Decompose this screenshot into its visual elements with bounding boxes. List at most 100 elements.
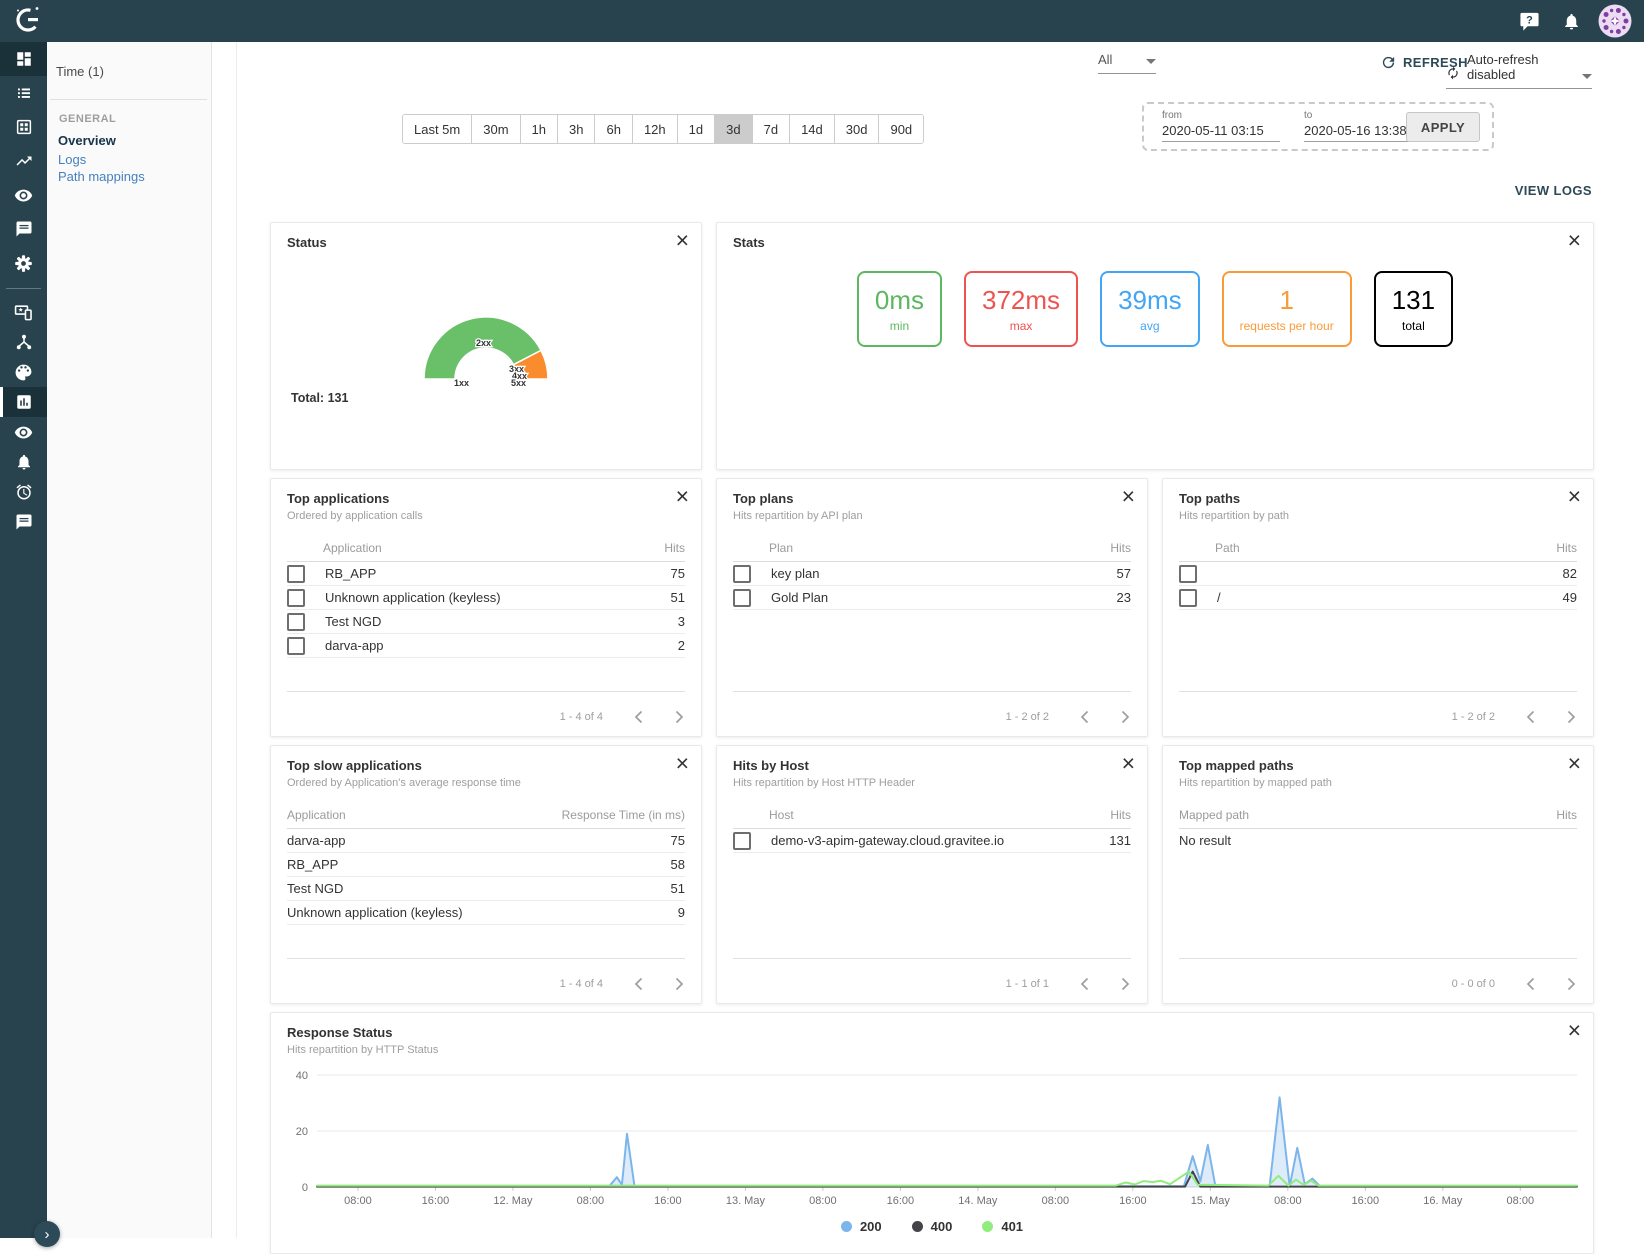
time-range-14d[interactable]: 14d bbox=[790, 115, 835, 143]
time-range-6h[interactable]: 6h bbox=[595, 115, 632, 143]
legend-item-400[interactable]: 400 bbox=[912, 1219, 953, 1234]
top-plans-card: Top plans Hits repartition by API plan ×… bbox=[716, 478, 1148, 737]
sidebar-item-theme-palette-icon[interactable] bbox=[0, 357, 47, 387]
close-icon[interactable]: × bbox=[676, 227, 689, 255]
pagination-prev-button[interactable] bbox=[1525, 977, 1536, 991]
close-icon[interactable]: × bbox=[1568, 1017, 1581, 1045]
row-checkbox[interactable] bbox=[287, 637, 305, 655]
top-paths-table: PathHits82/49 bbox=[1179, 535, 1577, 610]
time-section-label: Time (1) bbox=[56, 64, 104, 79]
card-title: Stats bbox=[733, 235, 765, 250]
sidebar-item-analytics-barchart-icon[interactable] bbox=[0, 387, 47, 417]
apply-button[interactable]: APPLY bbox=[1406, 112, 1480, 142]
sidebar-expand-toggle[interactable]: › bbox=[34, 1221, 60, 1247]
status-total-label: Total: 131 bbox=[291, 391, 348, 405]
column-header: Hits bbox=[1110, 808, 1131, 822]
legend-item-200[interactable]: 200 bbox=[841, 1219, 882, 1234]
sidebar-divider bbox=[50, 99, 207, 100]
card-subtitle: Hits repartition by mapped path bbox=[1179, 777, 1332, 789]
row-checkbox[interactable] bbox=[287, 589, 305, 607]
pagination-next-button[interactable] bbox=[1566, 977, 1577, 991]
row-checkbox[interactable] bbox=[1179, 589, 1197, 607]
time-range-12h[interactable]: 12h bbox=[633, 115, 678, 143]
pagination: 1 - 4 of 4 bbox=[560, 977, 685, 991]
pagination-prev-button[interactable] bbox=[1525, 710, 1536, 724]
status-gauge-chart: 1xx2xx3xx4xx5xx bbox=[366, 279, 606, 391]
column-header: Host bbox=[769, 808, 1110, 822]
sidebar-item-api-design-sitemap-icon[interactable] bbox=[0, 327, 47, 357]
x-axis-tick: 16:00 bbox=[887, 1195, 915, 1207]
stat-label: min bbox=[890, 319, 909, 333]
pagination-next-button[interactable] bbox=[1120, 977, 1131, 991]
pagination-next-button[interactable] bbox=[1120, 710, 1131, 724]
time-range-last-5m[interactable]: Last 5m bbox=[403, 115, 472, 143]
table-row: Unknown application (keyless)9 bbox=[287, 901, 685, 925]
pagination: 1 - 4 of 4 bbox=[560, 710, 685, 724]
time-range-30m[interactable]: 30m bbox=[472, 115, 520, 143]
pagination-prev-button[interactable] bbox=[1079, 710, 1090, 724]
sidebar-item-dashboard-icon[interactable] bbox=[0, 42, 47, 76]
row-checkbox[interactable] bbox=[287, 565, 305, 583]
row-value: 3 bbox=[678, 614, 685, 629]
pagination-next-button[interactable] bbox=[674, 710, 685, 724]
close-icon[interactable]: × bbox=[676, 483, 689, 511]
view-logs-link[interactable]: VIEW LOGS bbox=[1515, 183, 1592, 198]
to-date-input[interactable]: 2020-05-16 13:38 bbox=[1304, 123, 1422, 142]
time-range-30d[interactable]: 30d bbox=[835, 115, 880, 143]
row-name: / bbox=[1217, 590, 1563, 605]
pagination-next-button[interactable] bbox=[674, 977, 685, 991]
sidebar-item-alerts-bell-icon[interactable] bbox=[0, 447, 47, 477]
sidebar-item-applications-icon[interactable] bbox=[0, 110, 47, 144]
time-range-1h[interactable]: 1h bbox=[521, 115, 558, 143]
sidebar-item-apis-list-icon[interactable] bbox=[0, 76, 47, 110]
gravitee-logo[interactable] bbox=[10, 1, 46, 42]
user-avatar[interactable] bbox=[1598, 4, 1632, 38]
sidebar-item-portal-devices-icon[interactable] bbox=[0, 297, 47, 327]
row-checkbox[interactable] bbox=[733, 832, 751, 850]
time-range-90d[interactable]: 90d bbox=[879, 115, 923, 143]
card-title: Top paths bbox=[1179, 491, 1240, 506]
sidebar-item-messages-icon[interactable] bbox=[0, 212, 47, 246]
legend-item-401[interactable]: 401 bbox=[982, 1219, 1023, 1234]
row-checkbox[interactable] bbox=[1179, 565, 1197, 583]
sidebar-item-analytics-trend-icon[interactable] bbox=[0, 144, 47, 178]
close-icon[interactable]: × bbox=[676, 750, 689, 778]
time-range-7d[interactable]: 7d bbox=[753, 115, 790, 143]
close-icon[interactable]: × bbox=[1568, 227, 1581, 255]
help-icon[interactable]: ? bbox=[1512, 4, 1546, 38]
close-icon[interactable]: × bbox=[1568, 483, 1581, 511]
legend-label: 401 bbox=[1001, 1219, 1023, 1234]
pagination-next-button[interactable] bbox=[1566, 710, 1577, 724]
api-filter-select[interactable]: All bbox=[1098, 52, 1156, 74]
row-checkbox[interactable] bbox=[733, 565, 751, 583]
sidebar-item-logs[interactable]: Logs bbox=[58, 152, 86, 167]
sidebar-item-overview[interactable]: Overview bbox=[58, 133, 116, 148]
from-date-input[interactable]: 2020-05-11 03:15 bbox=[1162, 123, 1280, 142]
notifications-bell-icon[interactable] bbox=[1554, 4, 1588, 38]
table-row: /49 bbox=[1179, 586, 1577, 610]
stat-label: avg bbox=[1140, 319, 1159, 333]
row-checkbox[interactable] bbox=[287, 613, 305, 631]
pagination-prev-button[interactable] bbox=[633, 710, 644, 724]
card-title: Top applications bbox=[287, 491, 389, 506]
sidebar-item-logs-eye-icon[interactable] bbox=[0, 417, 47, 447]
close-icon[interactable]: × bbox=[1568, 750, 1581, 778]
pagination-prev-button[interactable] bbox=[1079, 977, 1090, 991]
row-checkbox[interactable] bbox=[733, 589, 751, 607]
top-applications-card: Top applications Ordered by application … bbox=[270, 478, 702, 737]
sidebar-item-chat-icon[interactable] bbox=[0, 507, 47, 537]
sidebar-item-settings-gear-icon[interactable] bbox=[0, 246, 47, 280]
time-range-3h[interactable]: 3h bbox=[558, 115, 595, 143]
pager-divider bbox=[287, 958, 685, 959]
sidebar-item-alarm-clock-icon[interactable] bbox=[0, 477, 47, 507]
pagination-prev-button[interactable] bbox=[633, 977, 644, 991]
time-range-3d[interactable]: 3d bbox=[715, 115, 752, 143]
stat-label: total bbox=[1402, 319, 1425, 333]
close-icon[interactable]: × bbox=[1122, 750, 1135, 778]
sidebar-item-audit-eye-icon[interactable] bbox=[0, 178, 47, 212]
autorefresh-select[interactable]: Auto-refresh disabled bbox=[1446, 52, 1592, 89]
close-icon[interactable]: × bbox=[1122, 483, 1135, 511]
sidebar-item-path-mappings[interactable]: Path mappings bbox=[58, 169, 145, 184]
time-range-1d[interactable]: 1d bbox=[678, 115, 715, 143]
column-header: Hits bbox=[1556, 808, 1577, 822]
